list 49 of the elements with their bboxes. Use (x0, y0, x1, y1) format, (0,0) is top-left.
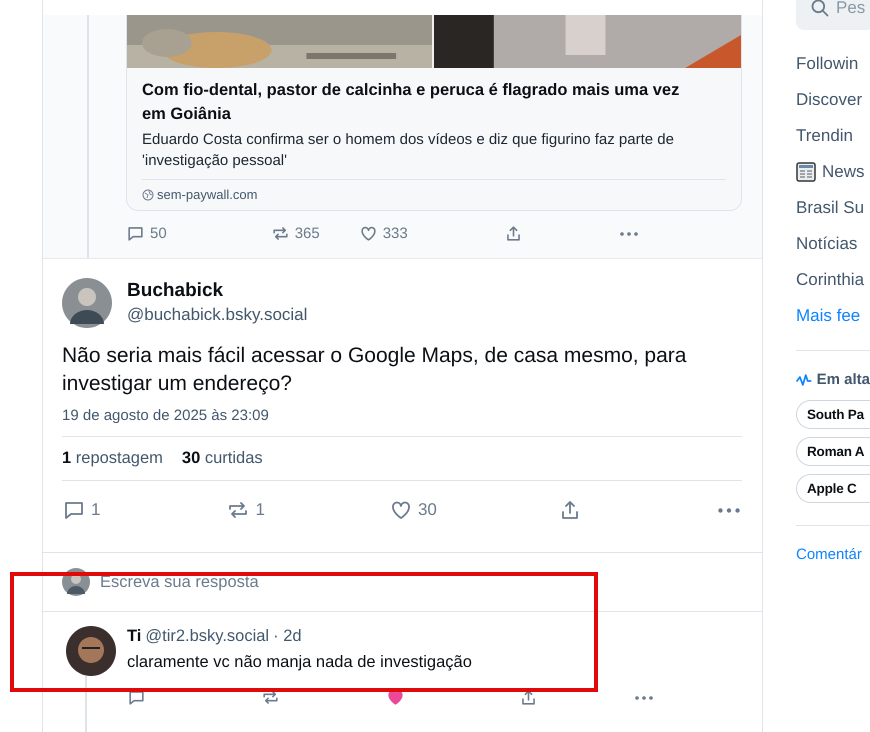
link-description: Eduardo Costa confirma ser o homem dos vídeos e diz que figurino faz parte de 'investigação pessoal' (142, 130, 675, 171)
more-button[interactable] (635, 696, 653, 700)
reply-text: claramente vc não manja nada de investigação (127, 652, 473, 673)
more-icon (620, 232, 638, 236)
feed-link[interactable]: Notícias (796, 232, 870, 256)
newspaper-icon (796, 162, 816, 182)
reply-field[interactable]: Escreva sua resposta (43, 553, 762, 612)
avatar (62, 568, 90, 596)
globe-icon (142, 188, 154, 200)
more-button[interactable] (718, 508, 740, 512)
like-button[interactable]: 30 (388, 498, 437, 522)
repost-button[interactable]: 1 (226, 498, 265, 522)
feed-link[interactable]: Followin (796, 52, 870, 76)
section-title: Em alta (816, 371, 870, 388)
repost-button[interactable]: 365 (270, 224, 320, 243)
topic-chip[interactable]: South Pa (796, 400, 870, 429)
reply-button[interactable]: 1 (62, 498, 100, 522)
reply-button[interactable]: 50 (126, 224, 167, 243)
post-date: 19 de agosto de 2025 às 23:09 (62, 407, 742, 437)
search-icon (810, 0, 830, 18)
feed-link[interactable]: Corinthia (796, 268, 870, 292)
post-text: Não seria mais fácil acessar o Google Maps, de casa mesmo, para investigar um endereço? (62, 343, 688, 397)
like-button[interactable]: 333 (358, 224, 408, 243)
author-name[interactable]: Ti (127, 626, 142, 646)
comment-icon (126, 224, 145, 243)
feed-link[interactable]: Discover (796, 88, 870, 112)
topic-chip[interactable]: Roman A (796, 437, 870, 466)
more-icon (718, 508, 740, 512)
footer-link[interactable]: Comentár (796, 546, 870, 563)
feed-link[interactable]: Brasil Su (796, 196, 870, 220)
feed-link[interactable]: Mais fee (796, 304, 870, 328)
link-card[interactable]: Com fio-dental, pastor de calcinha e peruca é flagrado mais uma vez em Goiânia Eduardo Costa confirma ser o homem dos vídeos e diz que figurino faz parte de 'investigação pessoal' sem-paywall.com (126, 15, 742, 211)
author-handle[interactable]: @buchabick.bsky.social (127, 303, 308, 327)
repost-icon (270, 224, 290, 243)
avatar (62, 278, 112, 328)
link-title: Com fio-dental, pastor de calcinha e peruca é flagrado mais uma vez em Goiânia (142, 80, 680, 125)
stat-count[interactable]: 1 repostagem (62, 449, 163, 468)
feed-link[interactable]: Trendin (796, 124, 870, 148)
link-domain: sem-paywall.com (157, 187, 258, 202)
author-handle[interactable]: @tir2.bsky.social (145, 626, 270, 646)
author-name[interactable]: Buchabick (127, 279, 308, 303)
topic-chip[interactable]: Apple C (796, 474, 870, 503)
more-button[interactable] (620, 232, 638, 236)
post-time: · 2d (273, 626, 302, 646)
more-icon (635, 696, 653, 700)
avatar (66, 626, 116, 676)
trending-icon (796, 372, 812, 388)
stat-count[interactable]: 30 curtidas (182, 449, 263, 468)
feed-link[interactable]: News (796, 160, 870, 184)
